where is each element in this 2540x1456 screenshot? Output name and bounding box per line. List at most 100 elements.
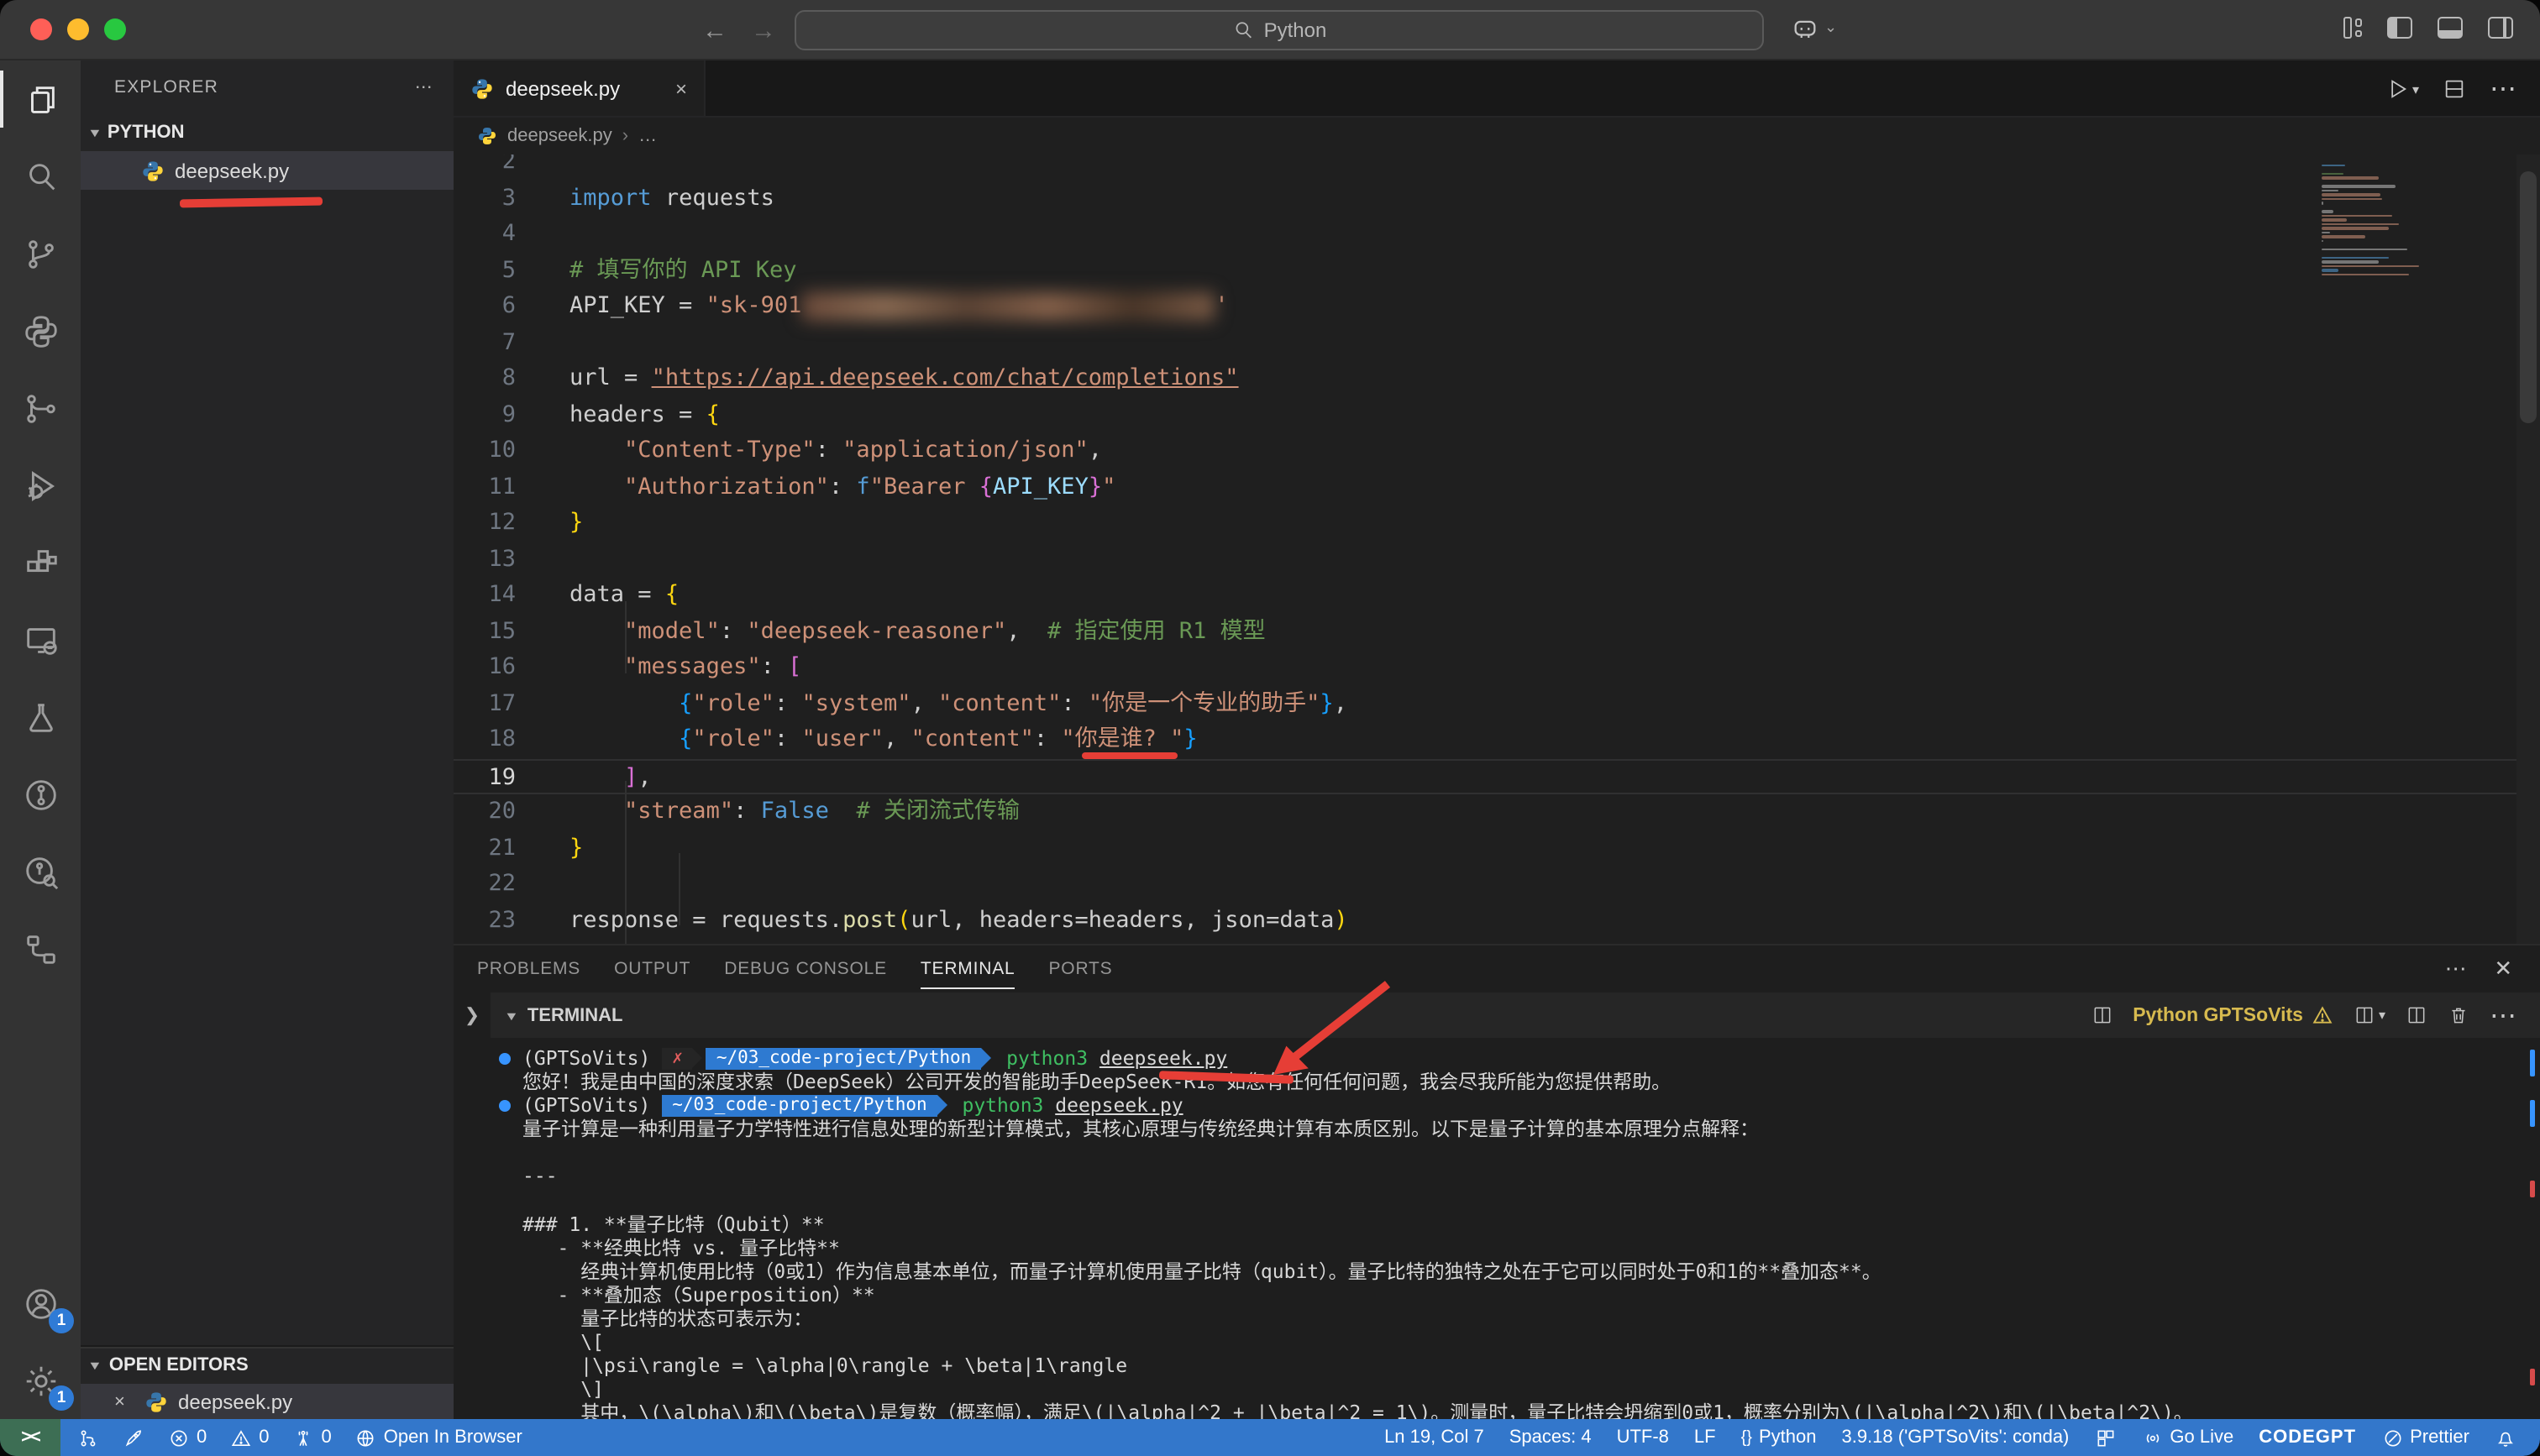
code-line-20[interactable]: 20 "stream": False # 关闭流式传输	[454, 794, 2540, 830]
status-item-slash-icon[interactable]: Prettier	[2381, 1427, 2469, 1448]
activity-account-icon[interactable]: 1	[0, 1265, 81, 1342]
activity-testing-icon[interactable]	[0, 678, 81, 756]
status-item-warning-icon[interactable]: 0	[230, 1427, 270, 1448]
code-line-12[interactable]: 12}	[454, 505, 2540, 542]
editor-scrollbar[interactable]	[2516, 155, 2540, 944]
customize-layout-icon[interactable]	[2343, 17, 2362, 39]
launch-profile-icon[interactable]	[2406, 1004, 2427, 1026]
explorer-more-icon[interactable]: ⋯	[415, 77, 433, 97]
close-window-button[interactable]	[30, 18, 52, 40]
code-line-11[interactable]: 11 "Authorization": f"Bearer {API_KEY}"	[454, 469, 2540, 505]
panel-tab-debug-console[interactable]: DEBUG CONSOLE	[724, 945, 887, 992]
code-line-21[interactable]: 21}	[454, 830, 2540, 867]
toggle-panel-icon[interactable]	[2438, 17, 2463, 39]
activity-search-icon[interactable]	[0, 138, 81, 215]
activity-pipeline-icon[interactable]	[0, 910, 81, 987]
scrollbar-thumb[interactable]	[2520, 171, 2537, 423]
activity-run-debug-icon[interactable]	[0, 447, 81, 524]
code-line-18[interactable]: 18 {"role": "user", "content": "你是谁? "}	[454, 722, 2540, 758]
close-icon[interactable]: ×	[675, 76, 687, 100]
status-item-rocket-icon[interactable]	[123, 1427, 144, 1448]
panel-expand-icon[interactable]: ❯	[454, 992, 491, 1038]
code-line-19[interactable]: 19 ],	[454, 758, 2540, 794]
status-item-globe-icon[interactable]: Open In Browser	[355, 1427, 522, 1448]
editor-more-icon[interactable]: ⋯	[2490, 72, 2516, 106]
status-item-error-icon[interactable]: 0	[168, 1427, 207, 1448]
code-line-15[interactable]: 15 "model": "deepseek-reasoner", # 指定使用 …	[454, 614, 2540, 650]
panel-close-icon[interactable]: ✕	[2494, 956, 2513, 982]
activity-source-control-icon[interactable]	[0, 215, 81, 292]
code-line-9[interactable]: 9 headers = {	[454, 397, 2540, 433]
toggle-secondary-sidebar-icon[interactable]	[2488, 17, 2513, 39]
activity-extensions-icon[interactable]	[0, 524, 81, 601]
code-line-23[interactable]: 23 response = requests.post(url, headers=…	[454, 903, 2540, 939]
terminal-output[interactable]: (GPTSoVits) ✗ ~/03_code-project/Python py…	[454, 1038, 2540, 1419]
terminal-script-link[interactable]: deepseek.py	[1055, 1093, 1183, 1117]
code-line-3[interactable]: 3 import requests	[454, 181, 2540, 217]
breadcrumb[interactable]: deepseek.py › …	[454, 118, 2540, 155]
split-terminal-icon[interactable]: ▾	[2354, 1004, 2385, 1026]
status-item-git-actions-icon[interactable]	[77, 1427, 99, 1448]
code-line-22[interactable]: 22	[454, 867, 2540, 903]
status-item-bell-icon[interactable]	[2495, 1427, 2516, 1448]
activity-gitlens-icon[interactable]	[0, 756, 81, 833]
status-item-blocks-icon[interactable]	[2094, 1427, 2116, 1448]
forward-icon[interactable]: →	[751, 16, 776, 45]
split-editor-icon[interactable]	[2443, 77, 2466, 101]
command-decoration-icon[interactable]	[499, 1052, 511, 1064]
code-line-4[interactable]: 4	[454, 217, 2540, 253]
command-center-search[interactable]: Python	[795, 10, 1764, 50]
code-line-7[interactable]: 7	[454, 325, 2540, 361]
panel-tab-problems[interactable]: PROBLEMS	[477, 945, 580, 992]
copilot-menu[interactable]: ⌄	[1791, 13, 1837, 42]
panel-tab-ports[interactable]: PORTS	[1049, 945, 1113, 992]
status-item-braces-icon[interactable]: {} Python	[1741, 1427, 1817, 1448]
status-item-codegpt[interactable]: CODEGPT	[2259, 1427, 2356, 1448]
run-button[interactable]: ▾	[2385, 77, 2419, 101]
terminal-script-link[interactable]: deepseek.py	[1099, 1046, 1227, 1070]
code-line-2[interactable]: 2	[454, 155, 2540, 181]
folder-section-python[interactable]: ▼ PYTHON	[81, 114, 454, 151]
kill-terminal-icon[interactable]	[2448, 1004, 2469, 1026]
remote-indicator[interactable]: ><	[0, 1419, 60, 1456]
status-item-broadcast-icon[interactable]: Go Live	[2141, 1427, 2233, 1448]
terminal-more-icon[interactable]: ⋯	[2490, 998, 2516, 1032]
chevron-down-icon[interactable]: ▼	[504, 1008, 519, 1022]
back-icon[interactable]: ←	[702, 16, 727, 45]
code-line-5[interactable]: 5 # 填写你的 API Key	[454, 253, 2540, 289]
code-line-16[interactable]: 16 "messages": [	[454, 650, 2540, 686]
toggle-sidebar-icon[interactable]	[2387, 17, 2412, 39]
panel-tab-output[interactable]: OUTPUT	[614, 945, 690, 992]
status-item-utf-8[interactable]: UTF-8	[1617, 1427, 1669, 1448]
status-item-ln-19-col-7[interactable]: Ln 19, Col 7	[1384, 1427, 1484, 1448]
code-line-8[interactable]: 8 url = "https://api.deepseek.com/chat/co…	[454, 361, 2540, 397]
code-line-17[interactable]: 17 {"role": "system", "content": "你是一个专业…	[454, 686, 2540, 722]
code-line-13[interactable]: 13	[454, 542, 2540, 578]
activity-gear-icon[interactable]: 1	[0, 1342, 81, 1419]
activity-python-icon[interactable]	[0, 292, 81, 369]
code-editor[interactable]: 2 3 import requests 4 5 # 填写你的 API Key 6 API_KE…	[454, 155, 2540, 944]
tab-deepseek-py[interactable]: deepseek.py ×	[454, 60, 706, 116]
status-item-3-9-18-gptsovits-conda-[interactable]: 3.9.18 ('GPTSoVits': conda)	[1841, 1427, 2069, 1448]
activity-files-icon[interactable]	[0, 60, 81, 138]
panel-more-icon[interactable]: ⋯	[2445, 956, 2468, 982]
status-item-tower-icon[interactable]: 0	[293, 1427, 332, 1448]
code-line-6[interactable]: 6 API_KEY = "sk-901 '	[454, 289, 2540, 325]
activity-gitlens-search-icon[interactable]	[0, 833, 81, 910]
minimize-window-button[interactable]	[67, 18, 89, 40]
status-item-lf[interactable]: LF	[1694, 1427, 1716, 1448]
status-item-spaces-4[interactable]: Spaces: 4	[1509, 1427, 1592, 1448]
command-decoration-icon[interactable]	[499, 1099, 511, 1112]
close-icon[interactable]: ×	[114, 1391, 134, 1411]
file-item-deepseek[interactable]: deepseek.py	[81, 151, 454, 190]
minimap[interactable]	[2322, 160, 2503, 280]
open-editor-item[interactable]: × deepseek.py	[81, 1384, 454, 1419]
activity-remote-explorer-icon[interactable]	[0, 601, 81, 678]
panel-tab-terminal[interactable]: TERMINAL	[920, 945, 1016, 992]
code-line-14[interactable]: 14 data = {	[454, 578, 2540, 614]
code-line-10[interactable]: 10 "Content-Type": "application/json",	[454, 433, 2540, 469]
open-editors-section[interactable]: ▼ OPEN EDITORS	[81, 1347, 454, 1384]
activity-git-graph-icon[interactable]	[0, 369, 81, 447]
zoom-window-button[interactable]	[104, 18, 126, 40]
terminal-profile-label[interactable]: Python GPTSoVits	[2133, 1005, 2303, 1025]
